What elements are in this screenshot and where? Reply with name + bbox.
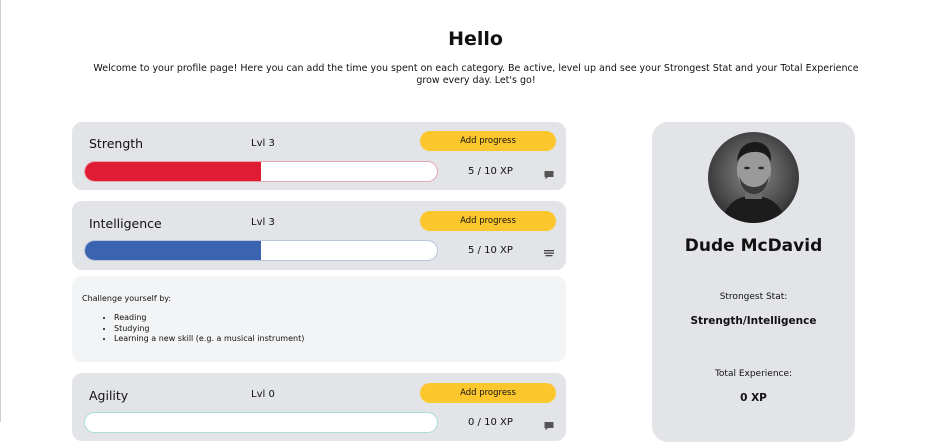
total-experience-label: Total Experience: bbox=[714, 369, 793, 379]
list-item: Learning a new skill (e.g. a musical ins… bbox=[114, 334, 304, 345]
total-experience-value: 0 XP bbox=[740, 392, 767, 404]
xp-readout: 5 / 10 XP bbox=[468, 245, 513, 256]
stat-level: Lvl 3 bbox=[251, 217, 275, 228]
stat-card-strength: Strength Lvl 3 Add progress 5 / 10 XP bbox=[72, 122, 566, 190]
stat-level: Lvl 0 bbox=[251, 389, 275, 400]
stat-card-agility: Agility Lvl 0 Add progress 0 / 10 XP bbox=[72, 373, 566, 441]
challenge-panel: Challenge yourself by: Reading Studying … bbox=[72, 276, 566, 362]
stat-name: Intelligence bbox=[89, 216, 162, 231]
intro-text: Welcome to your profile page! Here you c… bbox=[93, 63, 859, 86]
stat-name: Agility bbox=[89, 388, 129, 403]
progress-bar-fill bbox=[85, 241, 261, 260]
add-progress-button[interactable]: Add progress bbox=[420, 131, 556, 151]
stat-card-intelligence: Intelligence Lvl 3 Add progress 5 / 10 X… bbox=[72, 201, 566, 270]
strongest-stat-value: Strength/Intelligence bbox=[690, 315, 817, 327]
add-progress-button[interactable]: Add progress bbox=[420, 383, 556, 403]
xp-readout: 5 / 10 XP bbox=[468, 166, 513, 177]
page-border bbox=[0, 0, 1, 422]
challenge-list: Reading Studying Learning a new skill (e… bbox=[114, 313, 304, 345]
profile-name: Dude McDavid bbox=[684, 236, 823, 256]
avatar bbox=[708, 132, 799, 223]
challenge-title: Challenge yourself by: bbox=[82, 294, 172, 303]
strongest-stat-label: Strongest Stat: bbox=[719, 292, 788, 302]
stat-level: Lvl 3 bbox=[251, 138, 275, 149]
profile-card: Dude McDavid Strongest Stat: Strength/In… bbox=[652, 122, 855, 442]
menu-lines-icon[interactable] bbox=[543, 244, 555, 257]
add-progress-button[interactable]: Add progress bbox=[420, 211, 556, 231]
progress-bar bbox=[84, 412, 438, 433]
comment-icon[interactable] bbox=[543, 417, 555, 431]
progress-bar bbox=[84, 240, 438, 261]
list-item: Studying bbox=[114, 324, 304, 335]
page-title: Hello bbox=[448, 28, 503, 50]
progress-bar bbox=[84, 161, 438, 182]
comment-icon[interactable] bbox=[543, 166, 555, 180]
xp-readout: 0 / 10 XP bbox=[468, 417, 513, 428]
list-item: Reading bbox=[114, 313, 304, 324]
progress-bar-fill bbox=[85, 162, 261, 181]
stat-name: Strength bbox=[89, 136, 144, 151]
